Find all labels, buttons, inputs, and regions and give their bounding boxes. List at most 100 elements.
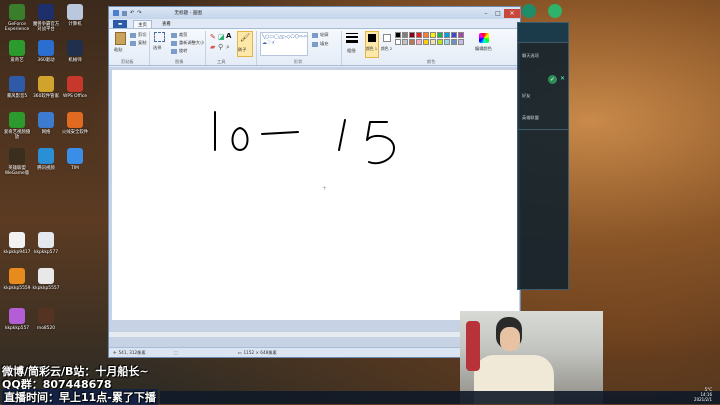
desktop-icon[interactable]: TIM xyxy=(60,148,90,171)
chat-header xyxy=(518,23,568,43)
group-clipboard: 剪贴板 xyxy=(121,59,134,64)
desktop-icon[interactable]: GeForce Experience xyxy=(2,4,32,32)
desktop-icon[interactable]: 360驱动 xyxy=(31,40,61,63)
palette-swatch[interactable] xyxy=(409,39,415,45)
desktop-icon-label: kkpkkp5559 xyxy=(3,286,31,291)
desktop-icon[interactable]: kkpkkp557 xyxy=(2,308,32,331)
palette-swatch[interactable] xyxy=(451,32,457,38)
select-icon[interactable] xyxy=(154,32,165,42)
drawing-canvas[interactable]: + xyxy=(112,70,519,320)
desktop-icon[interactable]: 360软件管家 xyxy=(31,76,61,99)
edit-colors-icon[interactable] xyxy=(479,33,489,43)
palette-swatch[interactable] xyxy=(430,39,436,45)
resize-button[interactable]: 重新调整大小 xyxy=(171,40,204,46)
app-icon-wechat[interactable] xyxy=(548,4,562,18)
eraser-icon[interactable]: ▰ xyxy=(210,43,215,51)
size-icon[interactable] xyxy=(346,33,358,45)
select-button[interactable]: 选择 xyxy=(153,45,161,51)
palette-swatch[interactable] xyxy=(444,39,450,45)
app-icon xyxy=(67,112,83,128)
palette-swatch[interactable] xyxy=(409,32,415,38)
palette-swatch[interactable] xyxy=(437,39,443,45)
palette-swatch[interactable] xyxy=(416,32,422,38)
palette-swatch[interactable] xyxy=(402,32,408,38)
desktop-icon[interactable]: kkpkkp577 xyxy=(31,232,61,255)
horizontal-scrollbar[interactable] xyxy=(109,331,520,337)
chat-line-2: 好友 xyxy=(522,93,531,98)
paste-button[interactable]: 粘贴 xyxy=(114,47,122,53)
palette-swatch[interactable] xyxy=(437,32,443,38)
undo-icon[interactable]: ↶ xyxy=(130,10,134,16)
palette-swatch[interactable] xyxy=(402,39,408,45)
copy-button[interactable]: 复制 xyxy=(130,40,146,46)
desktop-icon[interactable]: kkpkkp5557 xyxy=(31,268,61,291)
desktop-icon[interactable]: 爱奇艺 xyxy=(2,40,32,63)
rotate-button[interactable]: 旋转 xyxy=(171,48,187,54)
outline-button[interactable]: 轮廓 xyxy=(312,32,328,38)
desktop-icon[interactable]: 魔兽争霸官方对战平台 xyxy=(31,4,61,32)
palette-swatch[interactable] xyxy=(423,39,429,45)
desktop-icon[interactable]: 英雄联盟WeGame版 xyxy=(2,148,32,176)
app-icon xyxy=(9,4,25,20)
tab-home[interactable]: 主页 xyxy=(133,20,152,28)
palette-swatch[interactable] xyxy=(416,39,422,45)
color-picker-icon[interactable]: ⚲ xyxy=(218,43,223,51)
desktop-icon[interactable]: 计算机 xyxy=(60,4,90,27)
ribbon: 粘贴 剪切 复制 剪贴板 选择 裁剪 重新调整大小 旋转 图像 ✎ ◪ A ▰ … xyxy=(109,28,520,66)
maximize-button[interactable]: □ xyxy=(492,9,504,18)
magnifier-icon[interactable]: ⌕ xyxy=(226,43,230,52)
desktop-icon[interactable]: 暴风影音5 xyxy=(2,76,32,99)
palette-swatch[interactable] xyxy=(395,32,401,38)
edit-colors-button[interactable]: 编辑颜色 xyxy=(475,46,492,52)
shapes-gallery[interactable]: ╲○▭▢△▷◇⬠⬡⇨⇦⇧⇩✦★✶☁♡⚡ xyxy=(260,32,308,56)
app-icon-green[interactable] xyxy=(522,4,536,18)
resize-label: 重新调整大小 xyxy=(179,40,205,45)
palette-swatch[interactable] xyxy=(430,32,436,38)
desktop-icon[interactable]: mo8520 xyxy=(31,308,61,331)
desktop-icon-label: kkpkkp5557 xyxy=(32,286,60,291)
app-icon xyxy=(38,112,54,128)
tab-view[interactable]: 查看 xyxy=(158,20,175,28)
desktop-icon[interactable]: 火绒安全软件 xyxy=(60,112,90,135)
desktop-icon-label: 爱奇艺视频播放 xyxy=(3,130,31,140)
desktop-icon[interactable]: kkpkkp9417 xyxy=(2,232,32,255)
pencil-icon[interactable]: ✎ xyxy=(210,33,216,41)
streamer-face xyxy=(500,327,520,351)
close-button[interactable]: ✕ xyxy=(504,8,520,18)
fill-button[interactable]: 填充 xyxy=(312,41,328,47)
paint-app-icon[interactable] xyxy=(113,10,119,16)
crop-button[interactable]: 裁剪 xyxy=(171,32,187,38)
size-button[interactable]: 粗细 xyxy=(347,48,355,54)
text-icon[interactable]: A xyxy=(226,32,231,40)
color-palette xyxy=(395,32,464,45)
palette-swatch[interactable] xyxy=(395,39,401,45)
desktop-icon[interactable]: 爱奇艺视频播放 xyxy=(2,112,32,140)
quick-save-icon[interactable] xyxy=(122,10,127,16)
tab-file[interactable]: ▬ xyxy=(113,20,128,28)
separator xyxy=(341,31,342,65)
accept-icon[interactable]: ✓ xyxy=(548,75,557,84)
paste-icon[interactable] xyxy=(115,32,126,45)
cut-button[interactable]: 剪切 xyxy=(130,32,146,38)
color2-swatch[interactable] xyxy=(383,34,391,42)
app-icon xyxy=(38,76,54,92)
desktop-icon-label: 魔兽争霸官方对战平台 xyxy=(32,22,60,32)
desktop-icon[interactable]: 网络 xyxy=(31,112,61,135)
status-bar: ✛ 541, 312像素 ⬚ ▭ 1152 × 648像素 100% xyxy=(109,347,520,357)
desktop-icon[interactable]: 机械师 xyxy=(60,40,90,63)
desktop-icon-label: 计算机 xyxy=(68,22,82,27)
palette-swatch[interactable] xyxy=(444,32,450,38)
app-icon xyxy=(67,148,83,164)
desktop-icon[interactable]: WPS Office xyxy=(60,76,90,99)
palette-swatch[interactable] xyxy=(458,32,464,38)
paint-window: ↶ ↷ 无标题 - 画图 – □ ✕ ▬ 主页 查看 粘贴 剪切 复制 剪贴板 … xyxy=(108,6,521,358)
palette-swatch[interactable] xyxy=(458,39,464,45)
redo-icon[interactable]: ↷ xyxy=(137,10,141,16)
desktop-icon[interactable]: kkpkkp5559 xyxy=(2,268,32,291)
fill-icon[interactable]: ◪ xyxy=(218,33,225,41)
minimize-button[interactable]: – xyxy=(480,9,492,18)
palette-swatch[interactable] xyxy=(423,32,429,38)
decline-icon[interactable]: ✕ xyxy=(560,75,565,82)
palette-swatch[interactable] xyxy=(451,39,457,45)
desktop-icon[interactable]: 腾讯视频 xyxy=(31,148,61,171)
